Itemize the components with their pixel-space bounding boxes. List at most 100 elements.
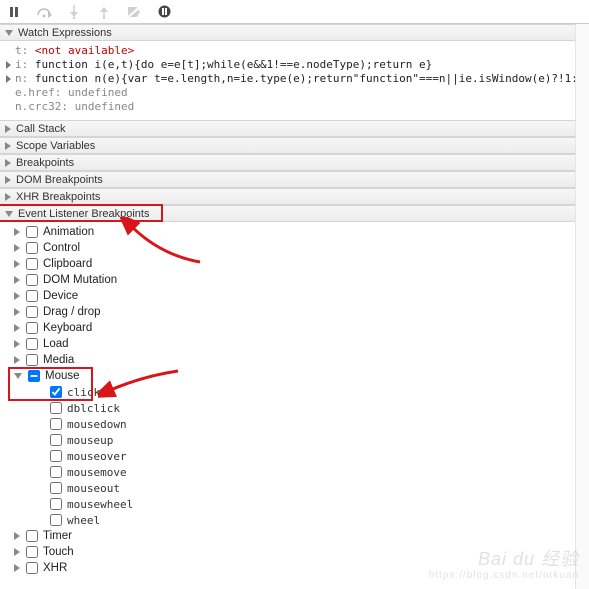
event-category-keyboard[interactable]: Keyboard <box>0 320 589 336</box>
section-title: DOM Breakpoints <box>16 174 103 186</box>
pause-icon[interactable] <box>6 4 22 20</box>
event-wheel[interactable]: wheel <box>0 512 589 528</box>
event-mouseup[interactable]: mouseup <box>0 432 589 448</box>
event-mouseout[interactable]: mouseout <box>0 480 589 496</box>
checkbox[interactable] <box>50 498 62 510</box>
checkbox[interactable] <box>26 322 38 334</box>
checkbox[interactable] <box>26 290 38 302</box>
pause-exceptions-icon[interactable] <box>156 4 172 20</box>
chevron-right-icon <box>38 517 44 523</box>
checkbox[interactable] <box>26 274 38 286</box>
tree-label: DOM Mutation <box>43 274 117 286</box>
tree-label: Clipboard <box>43 258 92 270</box>
event-mousewheel[interactable]: mousewheel <box>0 496 589 512</box>
chevron-right-icon <box>38 437 44 443</box>
section-dom-breakpoints[interactable]: DOM Breakpoints <box>0 171 589 188</box>
event-category-control[interactable]: Control <box>0 240 589 256</box>
chevron-down-icon <box>5 211 13 217</box>
event-category-timer[interactable]: Timer <box>0 528 589 544</box>
chevron-right-icon <box>14 308 20 316</box>
checkbox[interactable] <box>50 386 62 398</box>
checkbox[interactable] <box>26 226 38 238</box>
event-category-mouse[interactable]: Mouse <box>0 368 589 384</box>
chevron-right-icon <box>38 405 44 411</box>
event-listener-tree: Animation Control Clipboard DOM Mutation Dev… <box>0 222 589 580</box>
tree-label: mousewheel <box>67 498 133 511</box>
tree-label: mousemove <box>67 466 127 479</box>
tree-label: dblclick <box>67 402 120 415</box>
event-mousedown[interactable]: mousedown <box>0 416 589 432</box>
checkbox[interactable] <box>26 338 38 350</box>
scrollbar-area[interactable] <box>575 24 589 589</box>
tree-label: XHR <box>43 562 67 574</box>
checkbox[interactable] <box>50 482 62 494</box>
section-call-stack[interactable]: Call Stack <box>0 120 589 137</box>
checkbox[interactable] <box>26 562 38 574</box>
checkbox[interactable] <box>28 370 40 382</box>
chevron-right-icon <box>14 548 20 556</box>
chevron-right-icon <box>5 142 11 150</box>
checkbox[interactable] <box>50 450 62 462</box>
chevron-right-icon <box>38 469 44 475</box>
event-category-clipboard[interactable]: Clipboard <box>0 256 589 272</box>
checkbox[interactable] <box>50 418 62 430</box>
event-category-animation[interactable]: Animation <box>0 224 589 240</box>
checkbox[interactable] <box>26 258 38 270</box>
event-dblclick[interactable]: dblclick <box>0 400 589 416</box>
event-click[interactable]: click <box>0 384 589 400</box>
tree-label: mouseup <box>67 434 113 447</box>
watch-expression-text: n: function n(e){var t=e.length,n=ie.typ… <box>15 72 589 86</box>
chevron-right-icon <box>5 176 11 184</box>
section-title: Event Listener Breakpoints <box>18 208 149 220</box>
watch-expression-row[interactable]: e.href: undefined <box>6 86 585 100</box>
checkbox[interactable] <box>50 514 62 526</box>
tree-label: Touch <box>43 546 74 558</box>
event-category-media[interactable]: Media <box>0 352 589 368</box>
event-category-dom-mutation[interactable]: DOM Mutation <box>0 272 589 288</box>
chevron-right-icon <box>14 260 20 268</box>
tree-label: mousedown <box>67 418 127 431</box>
event-category-device[interactable]: Device <box>0 288 589 304</box>
watermark-url: https://blog.csdn.net/ntkuan <box>429 570 579 581</box>
checkbox[interactable] <box>26 530 38 542</box>
tree-label: Animation <box>43 226 94 238</box>
checkbox[interactable] <box>50 466 62 478</box>
checkbox[interactable] <box>26 354 38 366</box>
debugger-toolbar <box>0 0 589 24</box>
deactivate-breakpoints-icon[interactable] <box>126 4 142 20</box>
checkbox[interactable] <box>50 434 62 446</box>
watch-expression-row[interactable]: t: <not available> <box>6 44 585 58</box>
section-watch-expressions[interactable]: Watch Expressions <box>0 24 589 41</box>
tree-label: Timer <box>43 530 72 542</box>
event-category-drag-drop[interactable]: Drag / drop <box>0 304 589 320</box>
checkbox[interactable] <box>26 242 38 254</box>
chevron-right-icon <box>14 564 20 572</box>
tree-label: mouseover <box>67 450 127 463</box>
section-xhr-breakpoints[interactable]: XHR Breakpoints <box>0 188 589 205</box>
watch-expression-row[interactable]: n: function n(e){var t=e.length,n=ie.typ… <box>6 72 585 86</box>
tree-label: Mouse <box>45 370 80 382</box>
step-out-icon[interactable] <box>96 4 112 20</box>
watch-expression-text: i: function i(e,t){do e=e[t];while(e&&1!… <box>15 58 432 72</box>
chevron-right-icon <box>38 501 44 507</box>
watch-expression-row[interactable]: n.crc32: undefined <box>6 100 585 114</box>
tree-label: wheel <box>67 514 100 527</box>
step-over-icon[interactable] <box>36 4 52 20</box>
watch-expression-row[interactable]: i: function i(e,t){do e=e[t];while(e&&1!… <box>6 58 585 72</box>
watch-expression-text: e.href: undefined <box>15 86 128 100</box>
section-breakpoints[interactable]: Breakpoints <box>0 154 589 171</box>
section-event-listener-breakpoints[interactable]: Event Listener Breakpoints <box>0 205 589 222</box>
checkbox[interactable] <box>26 546 38 558</box>
chevron-right-icon <box>38 453 44 459</box>
event-category-load[interactable]: Load <box>0 336 589 352</box>
tree-label: Control <box>43 242 80 254</box>
checkbox[interactable] <box>50 402 62 414</box>
event-mousemove[interactable]: mousemove <box>0 464 589 480</box>
checkbox[interactable] <box>26 306 38 318</box>
chevron-right-icon <box>14 292 20 300</box>
section-title: Call Stack <box>16 123 66 135</box>
step-into-icon[interactable] <box>66 4 82 20</box>
section-scope-variables[interactable]: Scope Variables <box>0 137 589 154</box>
event-mouseover[interactable]: mouseover <box>0 448 589 464</box>
chevron-right-icon <box>14 324 20 332</box>
